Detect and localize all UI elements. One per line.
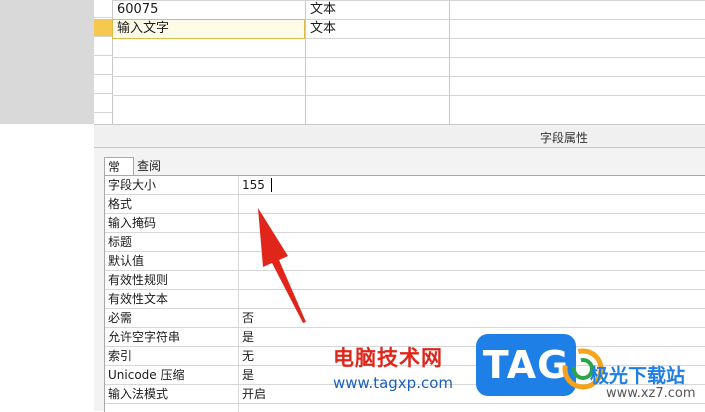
tab-lookup[interactable]: 查阅 bbox=[134, 157, 164, 175]
property-label: 有效性规则 bbox=[108, 273, 169, 287]
field-size-input[interactable]: 155 bbox=[242, 177, 265, 194]
row-selector-column bbox=[94, 0, 113, 124]
watermark-url: www.tagxp.com bbox=[333, 374, 453, 392]
property-row-input-mask[interactable]: 输入掩码 bbox=[105, 214, 705, 233]
property-row-format[interactable]: 格式 bbox=[105, 195, 705, 214]
property-label: 允许空字符串 bbox=[108, 330, 181, 344]
property-row-caption[interactable]: 标题 bbox=[105, 233, 705, 252]
property-value[interactable]: 无 bbox=[242, 348, 254, 365]
field-name-input-active[interactable]: 输入文字 bbox=[112, 19, 305, 39]
field-name-cell[interactable]: 60075 bbox=[117, 1, 158, 19]
property-label: 输入掩码 bbox=[108, 216, 157, 230]
property-row-validation-rule[interactable]: 有效性规则 bbox=[105, 271, 705, 290]
row-selector[interactable] bbox=[94, 95, 112, 113]
field-name-column: 60075 输入文字 bbox=[112, 0, 306, 124]
watermark-site-url: www.xz7.com bbox=[606, 386, 696, 401]
navigation-pane-edge bbox=[0, 0, 94, 124]
property-value[interactable]: 是 bbox=[242, 329, 254, 346]
property-row-field-size[interactable]: 字段大小 155 bbox=[105, 176, 705, 195]
row-selector[interactable] bbox=[94, 57, 112, 75]
property-label: 格式 bbox=[108, 197, 133, 211]
property-label: 输入法模式 bbox=[108, 387, 169, 401]
property-value[interactable]: 否 bbox=[242, 310, 254, 327]
property-label: Unicode 压缩 bbox=[108, 368, 185, 382]
property-label: 必需 bbox=[108, 311, 133, 325]
row-selector[interactable] bbox=[94, 0, 112, 18]
row-selector-current[interactable] bbox=[94, 19, 112, 37]
watermark-site-name: 极光下载站 bbox=[590, 365, 686, 387]
property-label: 索引 bbox=[108, 349, 133, 363]
data-type-cell[interactable]: 文本 bbox=[310, 1, 336, 19]
field-name-cell: 输入文字 bbox=[117, 21, 170, 36]
watermark-text: 电脑技术网 bbox=[333, 346, 443, 370]
property-row-validation-text[interactable]: 有效性文本 bbox=[105, 290, 705, 309]
text-caret bbox=[271, 178, 272, 192]
property-label: 有效性文本 bbox=[108, 292, 169, 306]
data-type-cell[interactable]: 文本 bbox=[310, 20, 336, 38]
data-type-column: 文本 文本 bbox=[306, 0, 450, 124]
description-column[interactable] bbox=[450, 0, 705, 124]
field-design-grid: 60075 输入文字 文本 文本 bbox=[0, 0, 705, 124]
field-properties-title: 字段属性 bbox=[540, 131, 589, 145]
property-row-default-value[interactable]: 默认值 bbox=[105, 252, 705, 271]
tab-general[interactable]: 常规 bbox=[104, 157, 134, 192]
property-value[interactable]: 是 bbox=[242, 367, 254, 384]
property-value[interactable]: 开启 bbox=[242, 386, 266, 403]
row-selector[interactable] bbox=[94, 38, 112, 56]
row-selector[interactable] bbox=[94, 76, 112, 94]
property-label: 字段大小 bbox=[108, 178, 157, 192]
field-properties-header: 字段属性 bbox=[94, 124, 705, 148]
property-row-required[interactable]: 必需 否 bbox=[105, 309, 705, 328]
property-label: 标题 bbox=[108, 235, 133, 249]
property-label: 默认值 bbox=[108, 254, 145, 268]
